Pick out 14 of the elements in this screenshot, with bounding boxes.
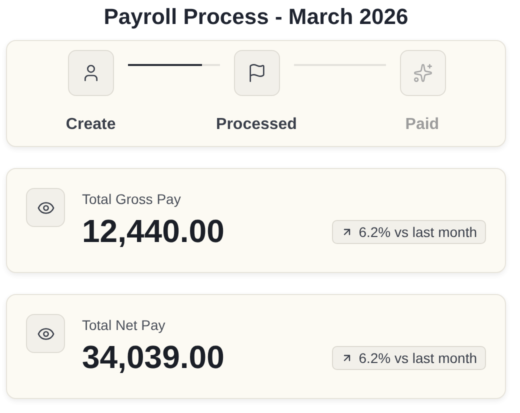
stat-label: Total Gross Pay [82, 191, 182, 207]
step-label: Create [66, 116, 116, 134]
change-text: 6.2% vs last month [358, 224, 477, 240]
step-label: Processed [216, 116, 297, 134]
stat-value: 34,039.00 [82, 339, 224, 376]
page-title: Payroll Process - March 2026 [102, 3, 410, 31]
change-text: 6.2% vs last month [358, 350, 477, 366]
step-label: Paid [405, 116, 440, 134]
stat-label: Total Net Pay [82, 317, 166, 333]
flag-icon [247, 63, 267, 83]
stat-value: 12,440.00 [82, 213, 224, 250]
sparkles-icon [413, 63, 433, 83]
view-button[interactable] [26, 314, 65, 353]
view-button[interactable] [26, 188, 65, 227]
